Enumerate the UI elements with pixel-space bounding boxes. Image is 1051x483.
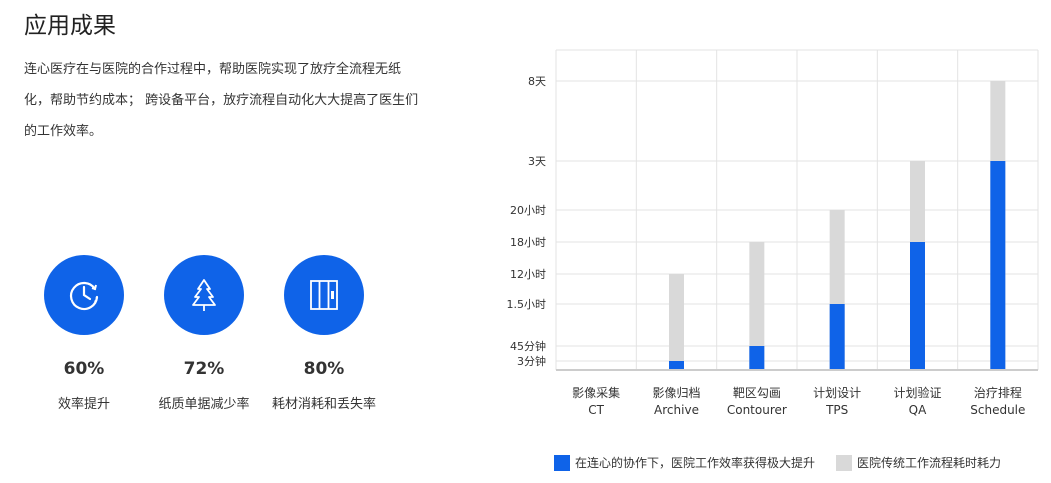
y-tick-label: 45分钟 bbox=[510, 339, 546, 353]
x-tick-label: Archive bbox=[654, 403, 699, 417]
clock-icon bbox=[44, 255, 124, 335]
legend-item-legacy: 医院传统工作流程耗时耗力 bbox=[836, 454, 1001, 471]
x-tick-label: QA bbox=[909, 403, 927, 417]
x-tick-label: 靶区勾画 bbox=[733, 386, 781, 400]
x-tick-label: Schedule bbox=[970, 403, 1025, 417]
y-tick-label: 18小时 bbox=[510, 236, 546, 249]
bar-new bbox=[829, 304, 845, 370]
bar-new bbox=[990, 161, 1006, 370]
y-tick-label: 20小时 bbox=[510, 204, 546, 217]
tree-icon bbox=[164, 255, 244, 335]
metric-label: 纸质单据减少率 bbox=[158, 397, 250, 412]
x-tick-label: 影像采集 bbox=[572, 385, 620, 400]
metric-value: 80% bbox=[303, 359, 345, 379]
section-title: 应用成果 bbox=[24, 13, 116, 39]
y-tick-label: 1.5小时 bbox=[507, 298, 547, 311]
metric-label: 效率提升 bbox=[57, 397, 110, 412]
legend-label: 在连心的协作下，医院工作效率获得极大提升 bbox=[575, 456, 816, 470]
metric-consumables: 80% 耗材消耗和丢失率 bbox=[264, 255, 384, 412]
metric-efficiency: 60% 效率提升 bbox=[24, 255, 144, 412]
x-tick-label: 治疗排程 bbox=[974, 385, 1022, 400]
x-tick-label: 计划设计 bbox=[813, 386, 861, 400]
legend-swatch bbox=[554, 454, 570, 471]
y-tick-label: 3天 bbox=[528, 155, 546, 168]
x-tick-label: CT bbox=[588, 403, 604, 417]
section-description: 连心医疗在与医院的合作过程中，帮助医院实现了放疗全流程无纸化，帮助节约成本； 跨… bbox=[24, 62, 419, 139]
metric-label: 耗材消耗和丢失率 bbox=[271, 397, 376, 412]
bar-new bbox=[669, 361, 684, 370]
workflow-time-chart: 3分钟45分钟 1.5小时 12小时 18小时 20小时 3天 8天影像采集 CT 影像归档 Ar… bbox=[507, 49, 1039, 417]
cabinet-icon bbox=[284, 255, 364, 335]
bar-new bbox=[749, 346, 765, 370]
metric-value: 60% bbox=[63, 359, 105, 379]
legend-item-new: 在连心的协作下，医院工作效率获得极大提升 bbox=[554, 454, 815, 471]
metric-value: 72% bbox=[183, 359, 225, 379]
legend-swatch bbox=[836, 454, 852, 471]
y-tick-label: 3分钟 bbox=[517, 354, 546, 368]
x-tick-label: Contourer bbox=[727, 403, 787, 417]
legend-label: 医院传统工作流程耗时耗力 bbox=[857, 456, 1002, 470]
y-tick-label: 12小时 bbox=[510, 268, 546, 281]
bar-new bbox=[910, 242, 925, 370]
x-tick-label: 计划验证 bbox=[893, 385, 941, 400]
bar-legacy bbox=[669, 274, 684, 370]
x-tick-label: 影像归档 bbox=[652, 386, 700, 400]
metric-paper: 72% 纸质单据减少率 bbox=[144, 255, 264, 412]
x-tick-label: TPS bbox=[825, 403, 848, 417]
y-tick-label: 8天 bbox=[528, 75, 546, 88]
